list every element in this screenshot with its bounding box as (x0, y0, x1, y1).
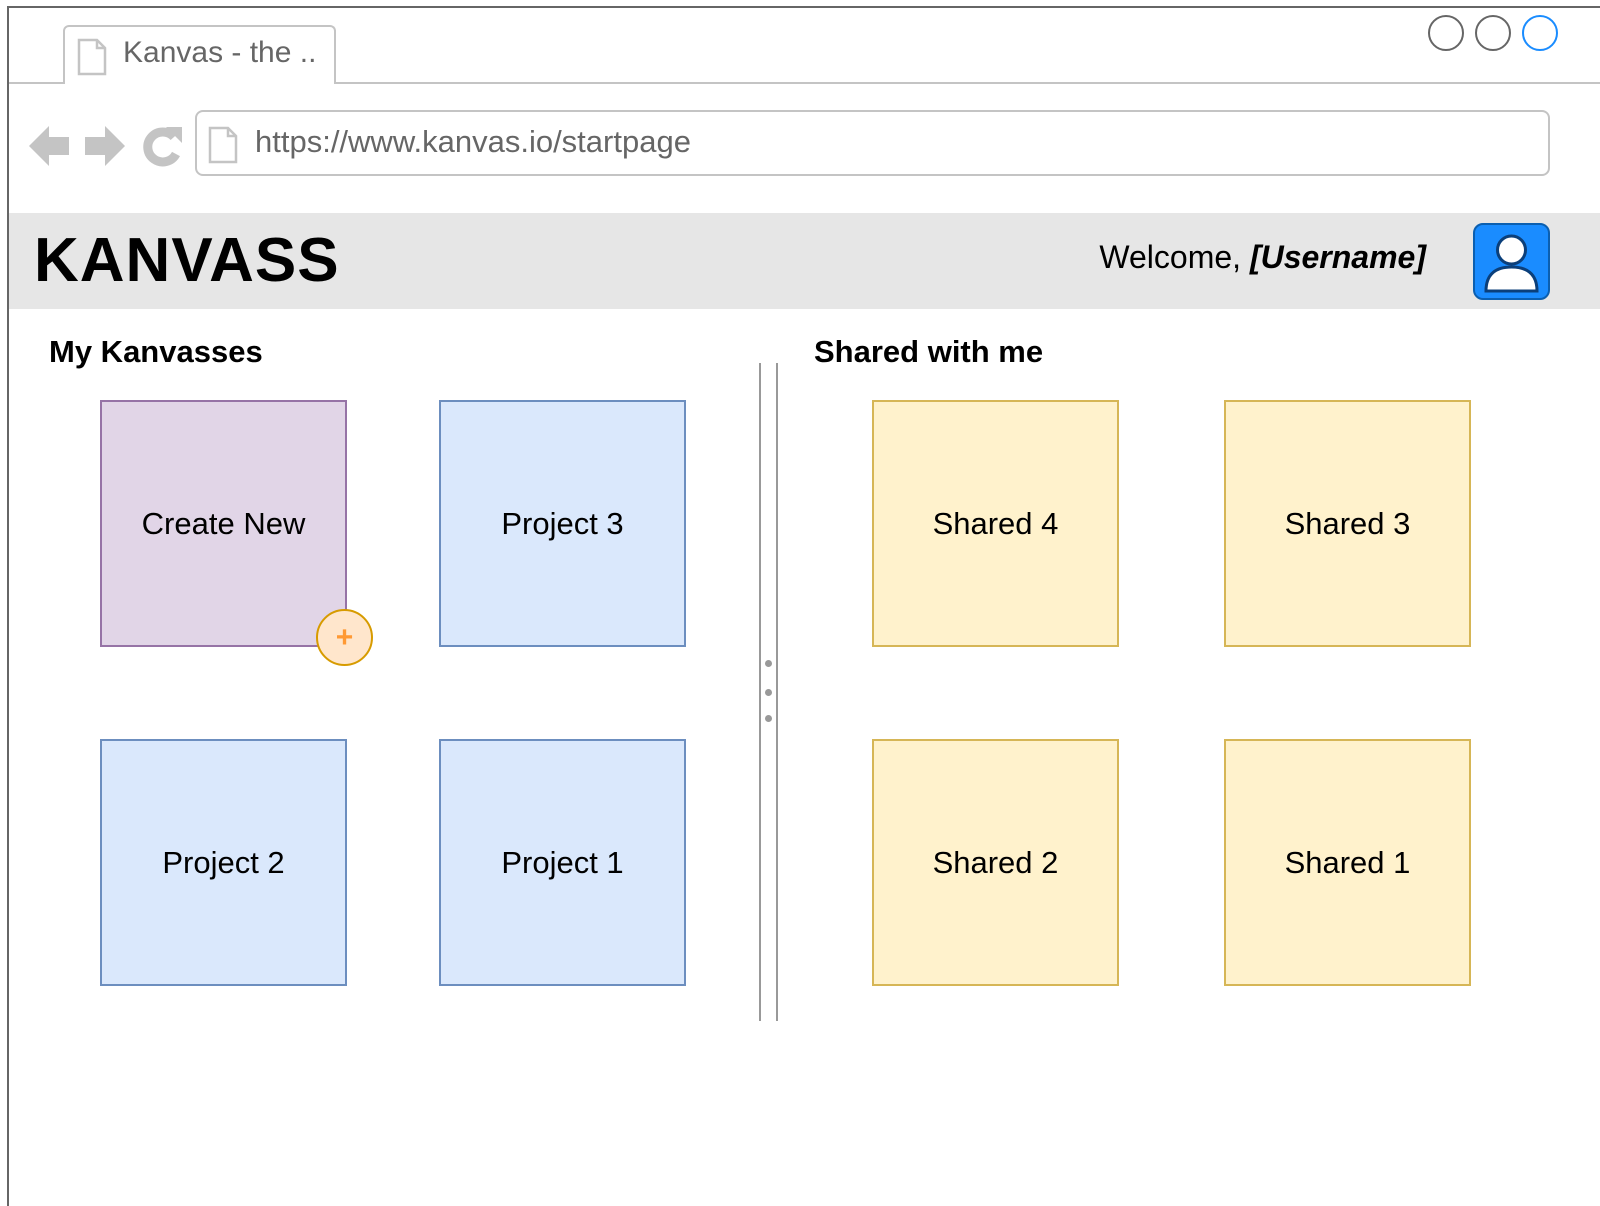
back-arrow-icon[interactable] (27, 122, 71, 175)
splitter-dot (765, 660, 772, 667)
shared-card[interactable]: Shared 1 (1224, 739, 1471, 986)
create-new-label: Create New (141, 505, 306, 541)
forward-arrow-icon[interactable] (83, 122, 127, 175)
add-button[interactable]: + (316, 609, 373, 666)
plus-icon: + (335, 620, 354, 654)
address-bar[interactable]: https://www.kanvas.io/startpage (195, 110, 1550, 176)
splitter-dot (765, 715, 772, 722)
shared-card-label: Shared 2 (932, 844, 1059, 880)
app-header: KANVASS Welcome, [Username] (9, 213, 1600, 309)
minimize-button[interactable] (1428, 15, 1464, 51)
maximize-button[interactable] (1475, 15, 1511, 51)
shared-card[interactable]: Shared 4 (872, 400, 1119, 647)
shared-card[interactable]: Shared 2 (872, 739, 1119, 986)
page-icon (208, 126, 238, 169)
browser-tab[interactable]: Kanvas - the .. (63, 25, 336, 84)
refresh-icon[interactable] (140, 124, 184, 173)
shared-card-label: Shared 1 (1284, 844, 1411, 880)
username: [Username] (1249, 239, 1426, 275)
shared-card[interactable]: Shared 3 (1224, 400, 1471, 647)
close-button[interactable] (1522, 15, 1558, 51)
project-card[interactable]: Project 1 (439, 739, 686, 986)
project-card[interactable]: Project 2 (100, 739, 347, 986)
shared-with-me-title: Shared with me (814, 334, 1044, 369)
app-logo: KANVASS (34, 226, 340, 295)
user-avatar-button[interactable] (1473, 223, 1550, 300)
project-card-label: Project 1 (501, 844, 624, 880)
user-icon (1484, 234, 1539, 293)
project-card[interactable]: Project 3 (439, 400, 686, 647)
url-text: https://www.kanvas.io/startpage (255, 124, 691, 159)
shared-card-label: Shared 4 (932, 505, 1059, 541)
page-icon (77, 38, 107, 81)
shared-card-label: Shared 3 (1284, 505, 1411, 541)
panel-splitter[interactable] (759, 363, 778, 1021)
project-card-label: Project 3 (501, 505, 624, 541)
project-card-label: Project 2 (162, 844, 285, 880)
welcome-prefix: Welcome, (1099, 239, 1250, 275)
splitter-dot (765, 689, 772, 696)
my-kanvasses-title: My Kanvasses (49, 334, 263, 369)
welcome-text: Welcome, [Username] (1099, 239, 1426, 276)
create-new-card[interactable]: Create New (100, 400, 347, 647)
tab-title: Kanvas - the .. (123, 36, 317, 69)
